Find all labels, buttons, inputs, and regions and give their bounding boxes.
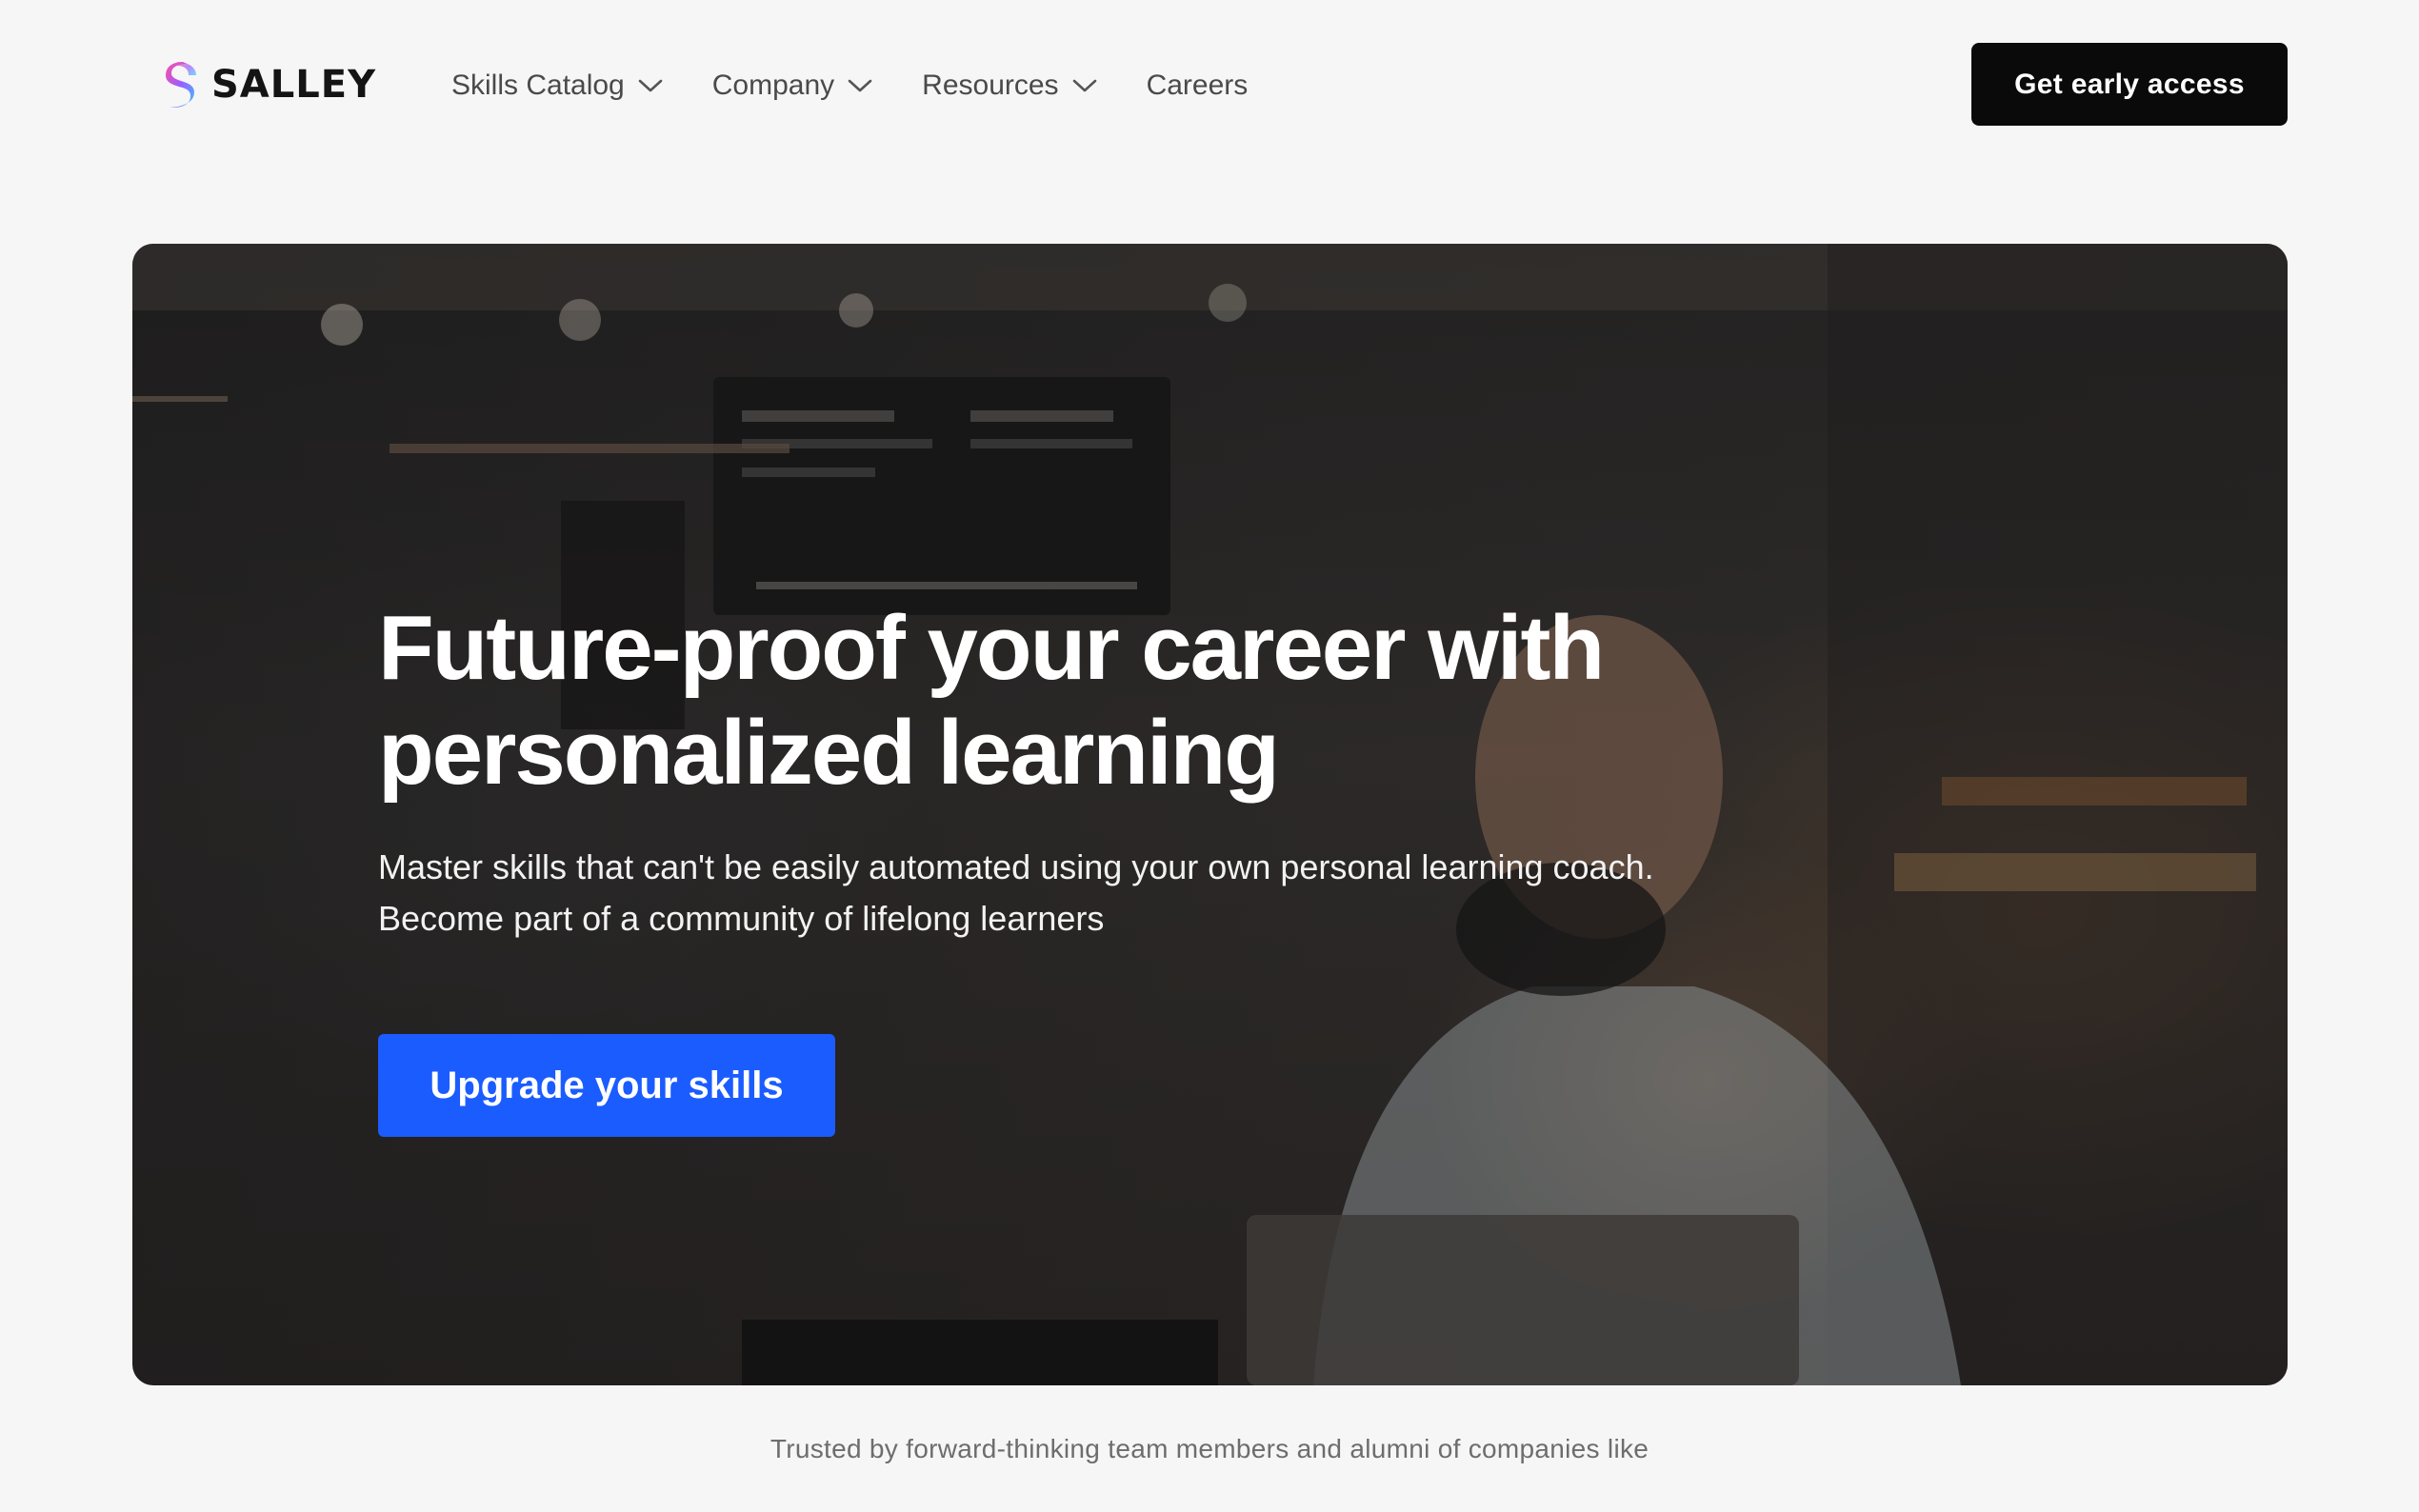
top-nav: SALLEY Skills Catalog Company Resources …: [0, 0, 2419, 171]
nav-item-label: Skills Catalog: [451, 70, 625, 101]
nav-item-label: Careers: [1146, 70, 1249, 101]
nav-item-careers[interactable]: Careers: [1147, 70, 1249, 102]
trusted-by-text: Trusted by forward-thinking team members…: [770, 1434, 1649, 1463]
get-early-access-button[interactable]: Get early access: [1971, 43, 2288, 126]
hero-subtitle-line: Master skills that can't be easily autom…: [378, 847, 1654, 886]
hero-title: Future-proof your career with personaliz…: [378, 596, 1807, 806]
hero-title-line: personalized learning: [378, 702, 1280, 804]
upgrade-skills-button[interactable]: Upgrade your skills: [378, 1034, 835, 1137]
nav-item-skills-catalog[interactable]: Skills Catalog: [451, 70, 663, 102]
chevron-down-icon: [848, 79, 872, 92]
nav-item-resources[interactable]: Resources: [922, 70, 1096, 102]
hero-banner: Future-proof your career with personaliz…: [132, 244, 2288, 1385]
hero-subtitle-line: Become part of a community of lifelong l…: [378, 899, 1105, 938]
chevron-down-icon: [638, 79, 663, 92]
hero-background-photo: [132, 244, 2288, 1385]
logo-mark-icon: [166, 62, 196, 108]
brand-logo[interactable]: SALLEY: [162, 59, 376, 110]
nav-item-company[interactable]: Company: [712, 70, 872, 102]
nav-item-label: Resources: [922, 70, 1059, 101]
nav-item-label: Company: [711, 70, 835, 101]
brand-name: SALLEY: [211, 63, 377, 107]
chevron-down-icon: [1072, 79, 1096, 92]
hero-title-line: Future-proof your career with: [378, 597, 1605, 699]
main-menu: Skills Catalog Company Resources Careers: [451, 65, 1248, 107]
hero-subtitle: Master skills that can't be easily autom…: [378, 842, 1807, 945]
